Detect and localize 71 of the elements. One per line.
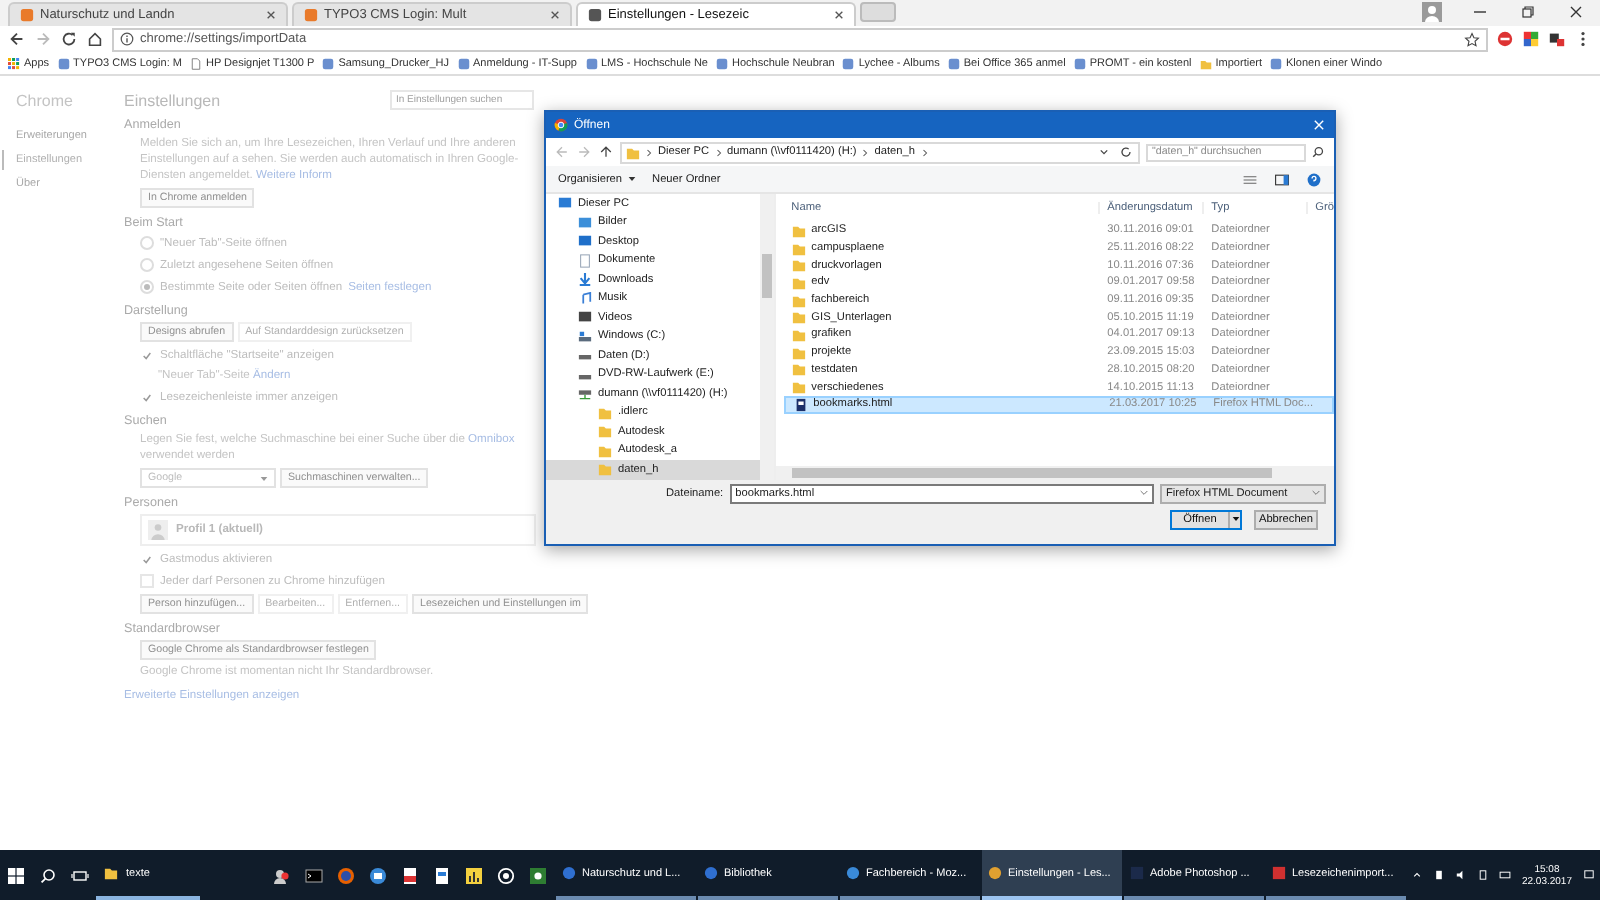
close-icon[interactable]: [550, 10, 560, 20]
bookmark-icon: [8, 57, 20, 69]
folder-icon: [626, 145, 640, 159]
bookmark-icon: [842, 57, 855, 69]
close-icon[interactable]: [1566, 2, 1586, 22]
caret-icon: [260, 475, 268, 481]
bookmark-icon: [322, 57, 335, 69]
chevron-right-icon: [646, 147, 652, 157]
bookmark-icon: [1073, 57, 1086, 69]
sidebar-title: Chrome: [16, 92, 75, 110]
back-icon[interactable]: [8, 30, 26, 48]
page-title: Einstellungen: [124, 91, 223, 109]
item-icon: [578, 386, 592, 401]
folder-icon: [104, 866, 118, 880]
chevron-down-icon: [1312, 490, 1320, 496]
radio-button[interactable]: [140, 258, 154, 272]
item-icon: [578, 291, 592, 306]
app-icon: [1129, 866, 1144, 880]
up-icon[interactable]: [598, 144, 614, 160]
radio-button[interactable]: [140, 280, 154, 294]
bookmark-icon: [947, 57, 960, 69]
site-icon: [304, 8, 318, 22]
bookmark-icon: [57, 57, 70, 69]
extension-icon[interactable]: [1522, 30, 1540, 48]
chevron-right-icon: [715, 147, 721, 157]
app-icon: [845, 866, 860, 880]
extension-icon[interactable]: [1548, 30, 1566, 48]
site-icon: [20, 8, 34, 22]
chevron-down-icon[interactable]: [1096, 144, 1112, 160]
checkbox[interactable]: [140, 574, 154, 588]
scrollbar[interactable]: [759, 194, 774, 480]
home-icon[interactable]: [86, 30, 104, 48]
caret-icon[interactable]: [1231, 516, 1239, 522]
app-icon: [987, 866, 1002, 880]
close-icon[interactable]: [266, 10, 276, 20]
bookmark-icon: [1199, 57, 1212, 69]
site-icon: [588, 8, 602, 22]
reload-icon[interactable]: [60, 30, 78, 48]
app-icon: [561, 866, 576, 880]
bookmark-icon: [189, 57, 202, 69]
caret-icon: [628, 176, 637, 182]
item-icon: [578, 329, 592, 344]
profile-icon[interactable]: [1422, 2, 1442, 22]
app-icon: [1271, 866, 1286, 880]
chevron-right-icon: [862, 147, 869, 157]
restore-icon[interactable]: [1518, 2, 1538, 22]
avatar-icon: [148, 520, 168, 540]
item-icon: [578, 310, 592, 325]
bookmark-icon: [716, 57, 728, 69]
keyboard-icon[interactable]: [1493, 868, 1516, 882]
bookmark-icon: [457, 57, 470, 69]
chrome-icon: [554, 118, 568, 132]
help-icon[interactable]: [1306, 171, 1322, 187]
app-icon: [703, 866, 718, 880]
view-icon[interactable]: [1242, 171, 1258, 187]
preview-pane-icon[interactable]: [1274, 171, 1290, 187]
scrollbar[interactable]: [775, 466, 1334, 480]
search-icon: [1310, 144, 1326, 160]
bookmark-icon: [585, 57, 597, 69]
bookmark-icon: [1270, 57, 1282, 69]
notification-icon[interactable]: [1578, 868, 1600, 882]
close-icon[interactable]: [834, 10, 844, 20]
checkbox[interactable]: [140, 348, 154, 362]
item-icon: [578, 272, 592, 287]
refresh-icon[interactable]: [1118, 144, 1134, 160]
checkbox[interactable]: [140, 390, 154, 404]
info-icon: [120, 32, 134, 46]
star-icon[interactable]: [1464, 31, 1480, 47]
chevron-right-icon[interactable]: [921, 147, 928, 157]
checkbox[interactable]: [140, 552, 154, 566]
radio-button[interactable]: [140, 236, 154, 250]
